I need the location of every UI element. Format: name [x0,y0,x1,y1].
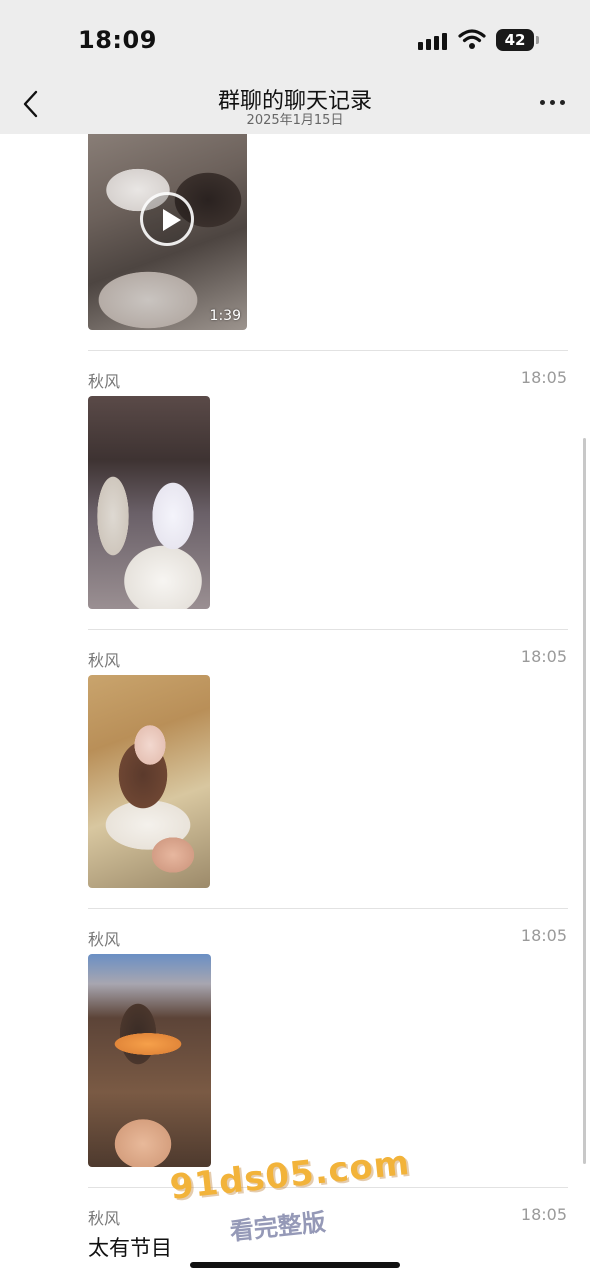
home-indicator[interactable] [190,1262,400,1268]
chat-history-list[interactable]: 1:39 秋风 18:05 秋风 18:05 秋风 18:05 秋风 18:05… [0,134,590,1280]
cellular-signal-icon [418,30,450,50]
message-time: 18:05 [520,368,567,387]
divider [88,908,568,909]
image-message[interactable] [88,954,211,1167]
page-subtitle: 2025年1月15日 [246,113,344,128]
more-horizontal-icon [540,100,545,105]
battery-icon: 42 [496,29,534,51]
sender-name: 秋风 [88,1209,121,1228]
message-time: 18:05 [520,926,567,945]
divider [88,350,568,351]
header: 18:09 42 群聊的聊天记录 2025年1月15日 [0,0,590,134]
message-time: 18:05 [520,647,567,666]
scrollbar[interactable] [583,438,586,1164]
text-message: 太有节目 [88,1236,172,1260]
divider [88,629,568,630]
battery-tip [536,36,539,44]
video-thumbnail[interactable]: 1:39 [88,134,247,330]
video-duration: 1:39 [209,308,241,324]
status-time: 18:09 [78,26,157,54]
play-icon[interactable] [140,192,194,246]
image-message[interactable] [88,675,210,888]
sender-name: 秋风 [88,930,121,949]
image-message[interactable] [88,396,210,609]
more-button[interactable] [536,92,568,112]
sender-name: 秋风 [88,651,121,670]
wifi-icon [458,29,486,49]
message-time: 18:05 [520,1205,567,1224]
sender-name: 秋风 [88,372,121,391]
